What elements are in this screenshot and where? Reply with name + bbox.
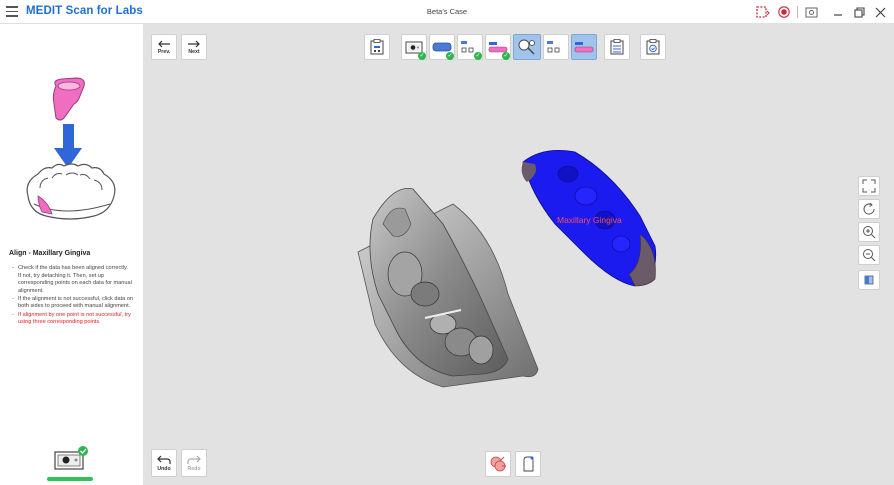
separator xyxy=(797,6,798,18)
maxilla-model[interactable] xyxy=(357,187,539,388)
zoom-out-button[interactable] xyxy=(858,245,880,265)
detach-data-button[interactable] xyxy=(485,451,511,477)
detach-icon xyxy=(490,456,506,472)
zoom-fit-icon xyxy=(863,249,876,262)
zoom-in-icon xyxy=(863,226,876,239)
maxillary-gingiva-model[interactable] xyxy=(521,149,657,287)
warning-text: If alignment by one point is not success… xyxy=(9,312,137,327)
undo-button[interactable]: Undo xyxy=(151,449,177,477)
step-title: Align - Maxillary Gingiva xyxy=(9,250,91,257)
record-icon[interactable] xyxy=(776,4,792,20)
app-title: MEDIT Scan for Labs xyxy=(26,5,143,17)
cube-icon xyxy=(864,275,874,285)
undo-icon xyxy=(157,455,171,464)
redo-button[interactable]: Redo xyxy=(181,449,207,477)
redo-icon xyxy=(187,455,201,464)
minimize-icon[interactable] xyxy=(830,4,846,20)
instruction-item: If the alignment is not successful, clic… xyxy=(9,296,137,311)
maximize-icon[interactable] xyxy=(851,4,867,20)
scanner-status-icon[interactable] xyxy=(54,446,88,470)
redo-label: Redo xyxy=(187,465,201,472)
progress-bar xyxy=(47,477,93,481)
close-icon[interactable] xyxy=(872,4,888,20)
reset-view-button[interactable] xyxy=(858,199,880,219)
point-alignment-button[interactable] xyxy=(515,451,541,477)
instruction-list: Check if the data has been aligned corre… xyxy=(9,265,137,327)
expand-icon xyxy=(862,179,876,193)
title-bar: MEDIT Scan for Labs Beta's Case xyxy=(0,0,894,24)
screen-record-icon[interactable] xyxy=(755,4,771,20)
rotate-icon xyxy=(863,202,875,215)
instruction-item: Check if the data has been aligned corre… xyxy=(9,265,137,295)
menu-icon[interactable] xyxy=(6,6,18,17)
tooth-point-icon xyxy=(523,456,534,472)
zoom-in-button[interactable] xyxy=(858,222,880,242)
3d-viewport[interactable] xyxy=(143,24,853,485)
alignment-illustration xyxy=(26,77,116,220)
capture-icon[interactable] xyxy=(803,4,819,20)
view-orientation-button[interactable] xyxy=(858,270,880,290)
undo-label: Undo xyxy=(157,465,171,472)
fit-view-button[interactable] xyxy=(858,176,880,196)
guide-panel: Align - Maxillary Gingiva Check if the d… xyxy=(0,24,143,485)
